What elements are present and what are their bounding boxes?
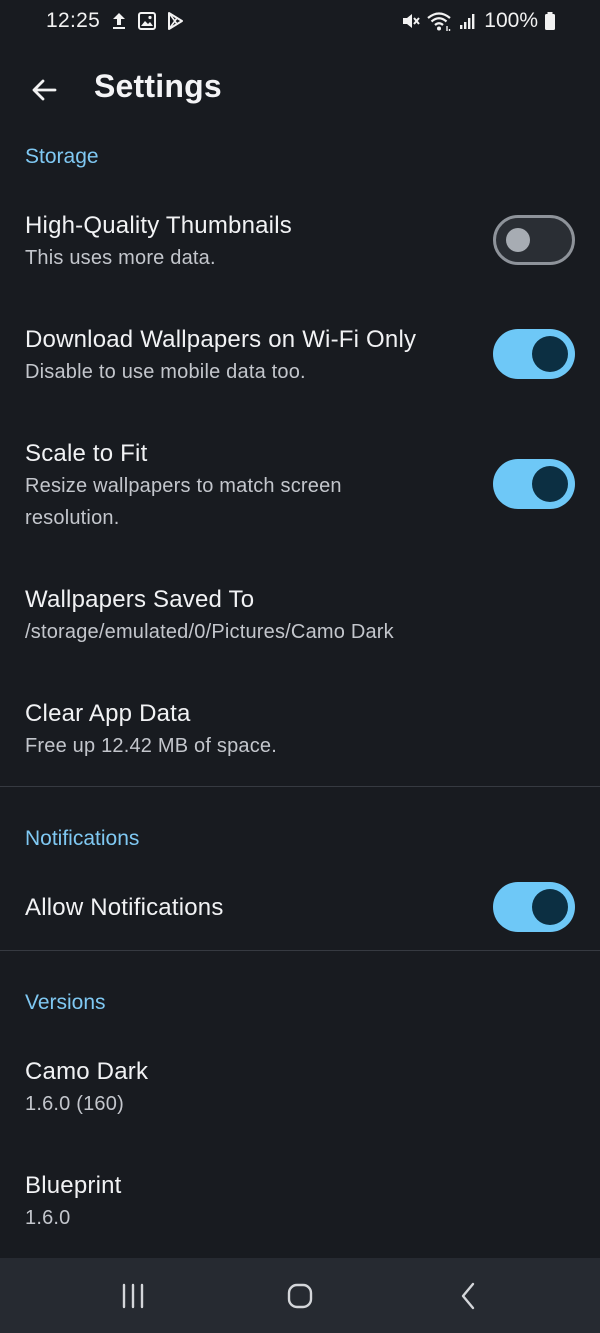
image-icon xyxy=(138,12,156,30)
section-divider xyxy=(0,786,600,787)
setting-subtitle: Disable to use mobile data too. xyxy=(25,361,306,383)
setting-title: Wallpapers Saved To xyxy=(25,586,255,613)
page-title: Settings xyxy=(94,68,222,104)
toggle-thumb xyxy=(532,889,568,925)
recents-button[interactable] xyxy=(103,1272,163,1320)
setting-subtitle: 1.6.0 (160) xyxy=(25,1093,124,1115)
play-store-icon xyxy=(168,12,183,30)
toggle-thumb xyxy=(506,228,530,252)
upload-icon xyxy=(113,13,125,29)
home-button[interactable] xyxy=(270,1272,330,1320)
setting-subtitle: /storage/emulated/0/Pictures/Camo Dark xyxy=(25,621,394,643)
recents-icon xyxy=(122,1283,144,1309)
setting-clear-data[interactable]: Clear App Data Free up 12.42 MB of space… xyxy=(0,684,600,784)
version-camo-dark[interactable]: Camo Dark 1.6.0 (160) xyxy=(0,1042,600,1146)
top-app-bar: Settings xyxy=(0,52,600,124)
section-divider xyxy=(0,950,600,951)
status-left-icons xyxy=(109,10,185,32)
setting-title: Download Wallpapers on Wi-Fi Only xyxy=(25,326,417,353)
section-header-storage: Storage xyxy=(25,145,99,168)
wifi-only-toggle[interactable] xyxy=(493,329,575,379)
back-button[interactable] xyxy=(22,68,66,112)
battery-icon xyxy=(545,12,555,30)
arrow-left-icon xyxy=(32,79,57,101)
setting-subtitle: This uses more data. xyxy=(25,247,216,269)
version-blueprint[interactable]: Blueprint 1.6.0 xyxy=(0,1156,600,1256)
scale-to-fit-toggle[interactable] xyxy=(493,459,575,509)
battery-percent: 100% xyxy=(484,9,538,32)
setting-title: Camo Dark xyxy=(25,1058,149,1085)
back-icon xyxy=(461,1282,475,1310)
wifi-icon xyxy=(427,12,451,31)
toggle-thumb xyxy=(532,336,568,372)
home-icon xyxy=(287,1283,313,1309)
system-nav-bar xyxy=(0,1258,600,1333)
status-time: 12:25 xyxy=(46,9,101,32)
setting-scale-to-fit[interactable]: Scale to Fit Resize wallpapers to match … xyxy=(0,424,600,554)
nav-back-button[interactable] xyxy=(438,1272,498,1320)
settings-screen: 12:25 100% Settings Storage High-Quality… xyxy=(0,0,600,1333)
setting-subtitle: 1.6.0 xyxy=(25,1207,71,1229)
signal-icon xyxy=(460,14,475,29)
setting-allow-notifications[interactable]: Allow Notifications xyxy=(0,872,600,946)
allow-notifications-toggle[interactable] xyxy=(493,882,575,932)
setting-saved-to[interactable]: Wallpapers Saved To /storage/emulated/0/… xyxy=(0,570,600,674)
setting-subtitle: Free up 12.42 MB of space. xyxy=(25,735,278,757)
setting-hq-thumbnails[interactable]: High-Quality Thumbnails This uses more d… xyxy=(0,196,600,300)
setting-title: Scale to Fit xyxy=(25,440,148,467)
setting-title: Blueprint xyxy=(25,1172,122,1199)
setting-subtitle-line1: Resize wallpapers to match screen xyxy=(25,475,342,497)
setting-title: Allow Notifications xyxy=(25,894,224,921)
hq-thumbnails-toggle[interactable] xyxy=(493,215,575,265)
status-right-icons: 100% xyxy=(400,9,556,33)
section-header-versions: Versions xyxy=(25,991,106,1014)
setting-title: High-Quality Thumbnails xyxy=(25,212,292,239)
status-bar: 12:25 100% xyxy=(0,0,600,44)
section-header-notifications: Notifications xyxy=(25,827,140,850)
mute-icon xyxy=(403,14,421,28)
setting-title: Clear App Data xyxy=(25,700,191,727)
setting-subtitle-line2: resolution. xyxy=(25,507,120,529)
setting-wifi-only[interactable]: Download Wallpapers on Wi-Fi Only Disabl… xyxy=(0,310,600,414)
toggle-thumb xyxy=(532,466,568,502)
